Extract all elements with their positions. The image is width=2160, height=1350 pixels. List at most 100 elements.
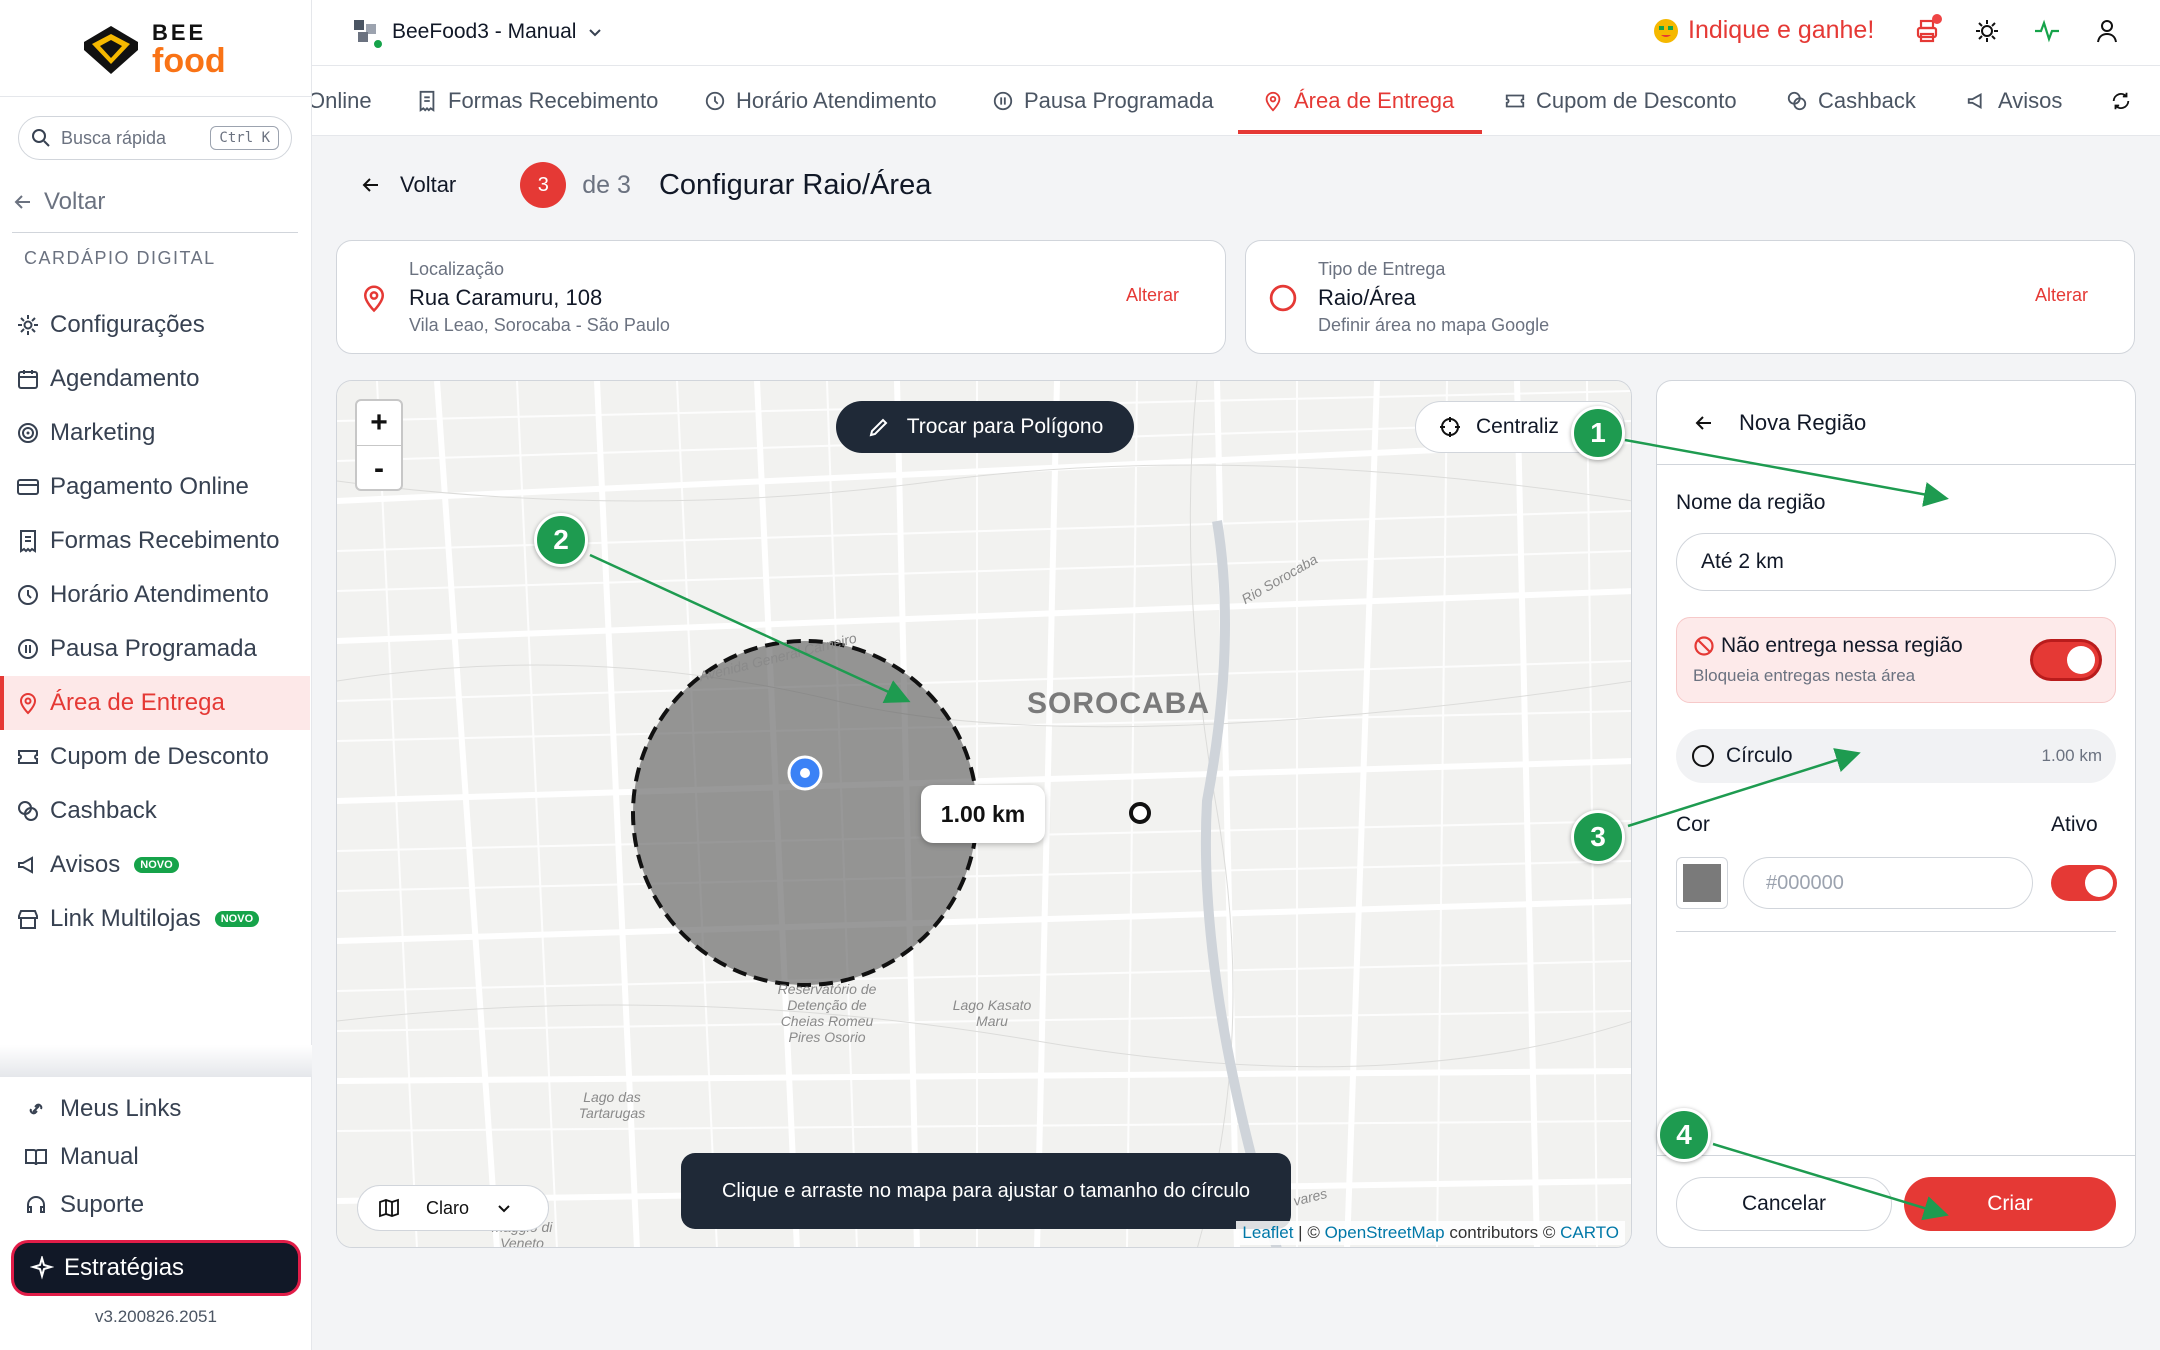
- panel-footer-separator: [1657, 1155, 2135, 1156]
- location-city: Vila Leao, Sorocaba - São Paulo: [409, 315, 670, 335]
- beefood-logo[interactable]: BEE food: [80, 20, 240, 80]
- sidebar-item-avisos[interactable]: Avisos NOVO: [0, 838, 310, 892]
- shape-option-circle[interactable]: Círculo 1.00 km: [1676, 729, 2116, 783]
- sidebar: BEE food Busca rápida Ctrl K Voltar CARD…: [0, 0, 312, 1350]
- sidebar-item-cupom-de-desconto[interactable]: Cupom de Desconto: [0, 730, 310, 784]
- estrategias-button[interactable]: Estratégias: [14, 1243, 298, 1293]
- map-city-label: SOROCABA: [1027, 687, 1211, 720]
- sidebar-item-label: Horário Atendimento: [50, 581, 269, 608]
- refresh-button[interactable]: [2110, 66, 2132, 135]
- map-place-label: Reservatório de Detenção de Cheias Romeu…: [777, 981, 877, 1045]
- map-hint-tooltip: Clique e arraste no mapa para ajustar o …: [681, 1153, 1291, 1229]
- leaflet-link[interactable]: Leaflet: [1242, 1223, 1293, 1242]
- app-version: v3.200826.2051: [95, 1307, 217, 1326]
- top-bar: BeeFood3 - Manual Indique e ganhe!: [312, 0, 2160, 66]
- block-icon: [1694, 636, 1714, 656]
- sidebar-item-cashback[interactable]: Cashback: [0, 784, 310, 838]
- sidebar-item-area-de-entrega[interactable]: Área de Entrega: [0, 676, 310, 730]
- step-back-button[interactable]: Voltar: [360, 172, 456, 198]
- active-toggle[interactable]: [2051, 865, 2117, 901]
- location-card: Localização Rua Caramuru, 108 Vila Leao,…: [336, 240, 1226, 354]
- switch-to-polygon-button[interactable]: Trocar para Polígono: [836, 401, 1134, 453]
- sidebar-item-label: Cashback: [50, 797, 157, 824]
- shape-label: Círculo: [1726, 744, 1793, 767]
- map-place-label: Lago das Tartarugas: [578, 1089, 646, 1121]
- meus-links-link[interactable]: Meus Links: [0, 1085, 310, 1133]
- store-name: BeeFood3 - Manual: [392, 20, 577, 43]
- region-name-input[interactable]: Até 2 km: [1676, 533, 2116, 591]
- megaphone-icon: [18, 856, 33, 874]
- tab-area-de-entrega[interactable]: Área de Entrega: [1262, 66, 1455, 135]
- tab-horario-atendimento[interactable]: Horário Atendimento: [704, 66, 937, 135]
- sidebar-item-pagamento-online[interactable]: Pagamento Online: [0, 460, 310, 514]
- carto-link[interactable]: CARTO: [1560, 1223, 1619, 1242]
- annotation-marker-2: 2: [534, 513, 588, 567]
- sidebar-item-agendamento[interactable]: Agendamento: [0, 352, 310, 406]
- clock-icon: [705, 91, 725, 111]
- tab-online[interactable]: Online: [312, 66, 372, 135]
- sidebar-item-link-multilojas[interactable]: Link Multilojas NOVO: [0, 892, 310, 946]
- sidebar-item-label: Área de Entrega: [50, 689, 225, 716]
- osm-link[interactable]: OpenStreetMap: [1325, 1223, 1445, 1242]
- step-number-badge: 3: [520, 162, 567, 208]
- tab-pausa-programada[interactable]: Pausa Programada: [992, 66, 1214, 135]
- tab-formas-recebimento[interactable]: Formas Recebimento: [416, 66, 659, 135]
- suporte-link[interactable]: Suporte: [0, 1181, 310, 1229]
- tab-label: Área de Entrega: [1294, 88, 1455, 113]
- tab-cupom-de-desconto[interactable]: Cupom de Desconto: [1504, 66, 1737, 135]
- printer-icon[interactable]: [1912, 14, 1942, 46]
- sidebar-item-formas-recebimento[interactable]: Formas Recebimento: [0, 514, 310, 568]
- create-button[interactable]: Criar: [1904, 1177, 2116, 1231]
- location-label: Localização: [409, 259, 505, 279]
- circle-icon: [1269, 284, 1297, 312]
- arrow-left-icon[interactable]: [1693, 412, 1715, 434]
- attribution-contrib: contributors ©: [1444, 1223, 1561, 1242]
- tab-label: Horário Atendimento: [736, 88, 937, 113]
- radio-icon: [1692, 745, 1714, 767]
- sidebar-back-link[interactable]: Voltar: [12, 188, 105, 216]
- delivery-type-label: Tipo de Entrega: [1318, 259, 1446, 279]
- user-icon[interactable]: [2092, 16, 2122, 46]
- delivery-type-desc: Definir área no mapa Google: [1318, 315, 1550, 335]
- zoom-out-button[interactable]: -: [357, 446, 401, 491]
- online-status-dot: [372, 38, 384, 50]
- referral-link[interactable]: Indique e ganhe!: [1652, 16, 1874, 45]
- sidebar-nav: Configurações Agendamento Marketing Paga…: [0, 298, 310, 946]
- new-badge: NOVO: [134, 857, 179, 873]
- sidebar-item-horario-atendimento[interactable]: Horário Atendimento: [0, 568, 310, 622]
- delivery-type-card: Tipo de Entrega Raio/Área Definir área n…: [1245, 240, 2135, 354]
- shortcut-hint: Ctrl K: [210, 126, 279, 150]
- tab-cashback[interactable]: Cashback: [1786, 66, 1916, 135]
- sidebar-item-configuracoes[interactable]: Configurações: [0, 298, 310, 352]
- color-hex-input[interactable]: #000000: [1743, 857, 2033, 909]
- change-delivery-type-button[interactable]: Alterar: [2035, 285, 2088, 306]
- tab-label: Formas Recebimento: [448, 88, 659, 113]
- header-actions: [1912, 14, 2122, 46]
- quick-search-input[interactable]: Busca rápida Ctrl K: [18, 116, 292, 160]
- change-location-button[interactable]: Alterar: [1126, 285, 1179, 306]
- step-total: de 3: [582, 170, 631, 199]
- delivery-map[interactable]: + - Trocar para Polígono Centraliz SOROC…: [336, 380, 1632, 1248]
- active-tab-indicator: [1238, 130, 1482, 134]
- sun-icon[interactable]: [1972, 16, 2002, 46]
- sidebar-item-marketing[interactable]: Marketing: [0, 406, 310, 460]
- manual-link[interactable]: Manual: [0, 1133, 310, 1181]
- sidebar-section-title: CARDÁPIO DIGITAL: [24, 248, 216, 268]
- map-style-select[interactable]: Claro: [357, 1185, 549, 1231]
- estrategias-label: Estratégias: [64, 1254, 185, 1281]
- cancel-button[interactable]: Cancelar: [1676, 1177, 1892, 1231]
- megaphone-icon: [1967, 93, 1982, 109]
- sparkle-icon: [30, 1256, 54, 1280]
- sidebar-item-pausa-programada[interactable]: Pausa Programada: [0, 622, 310, 676]
- zoom-in-button[interactable]: +: [357, 401, 401, 446]
- color-swatch[interactable]: [1676, 857, 1728, 909]
- panel-title: Nova Região: [1739, 409, 1867, 435]
- store-selector[interactable]: BeeFood3 - Manual: [350, 16, 604, 50]
- activity-icon[interactable]: [2032, 16, 2062, 46]
- receipt-icon: [20, 530, 36, 553]
- active-label: Ativo: [2051, 813, 2098, 836]
- map-style-value: Claro: [426, 1197, 470, 1218]
- tab-avisos[interactable]: Avisos: [1966, 66, 2062, 135]
- no-delivery-toggle[interactable]: [2033, 642, 2099, 678]
- new-badge: NOVO: [214, 911, 260, 927]
